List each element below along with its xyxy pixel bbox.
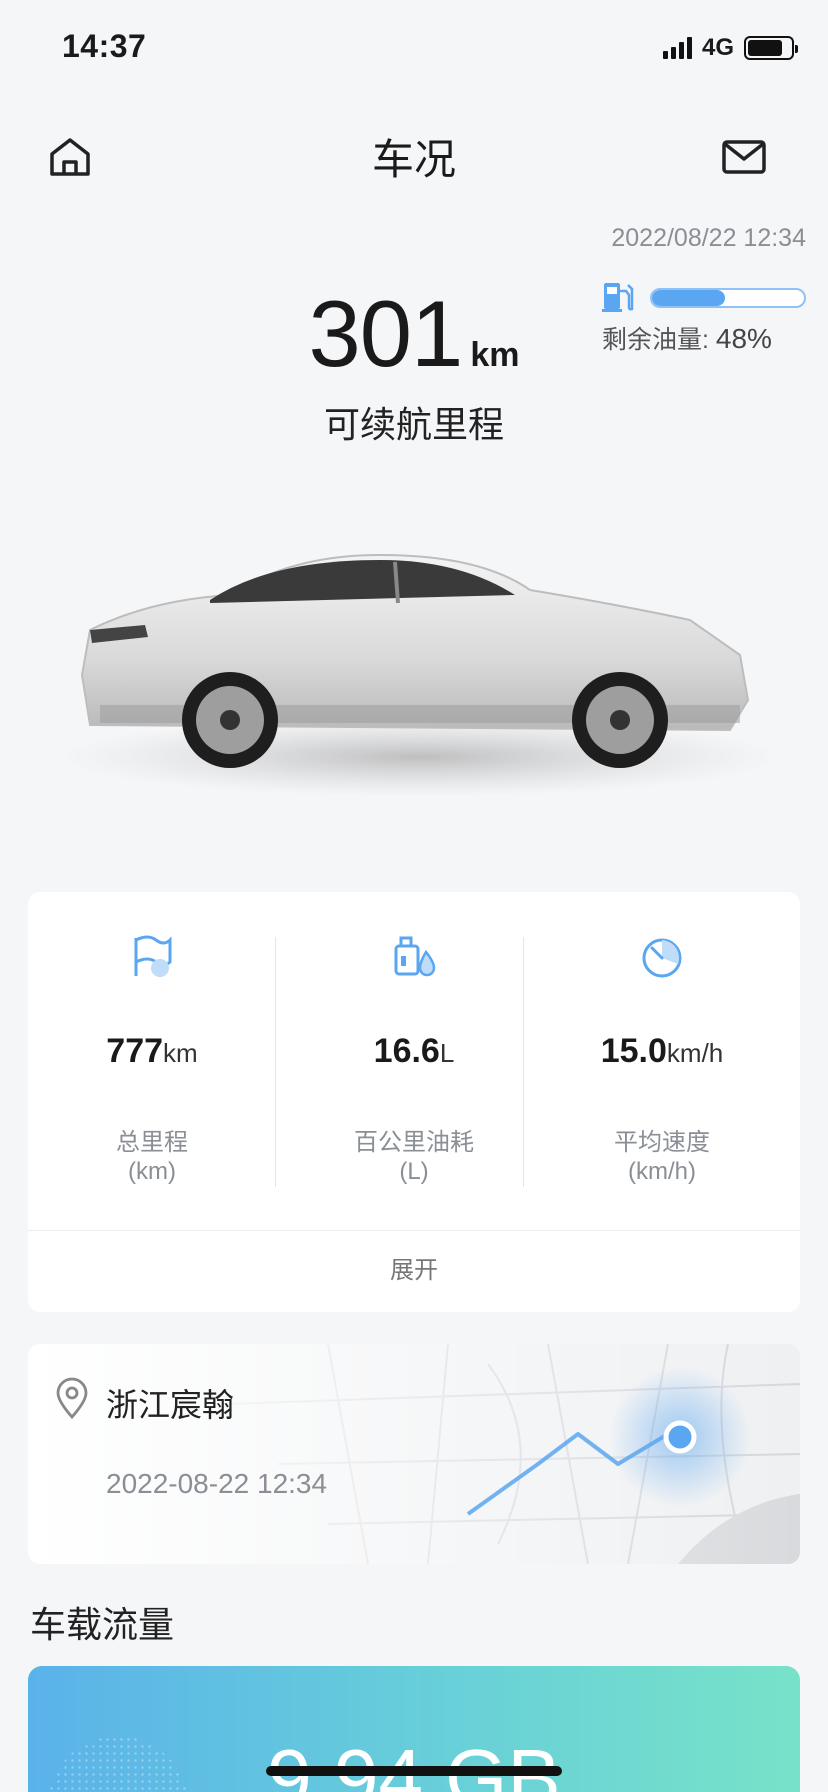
stat-fuel-consumption: 16.6L 百公里油耗 (L): [290, 892, 538, 1232]
fuel-updated-time: 2022/08/22 12:34: [611, 224, 806, 252]
stat-unit-label: (km/h): [628, 1158, 696, 1185]
location-time: 2022-08-22 12:34: [106, 1468, 328, 1499]
oil-can-icon: [394, 936, 436, 977]
divider: [523, 937, 524, 1187]
stat-value: 777: [106, 1032, 164, 1070]
stat-average-speed: 15.0km/h 平均速度 (km/h): [538, 892, 786, 1232]
stat-unit-label: (km): [128, 1158, 176, 1185]
stat-value: 16.6: [373, 1032, 440, 1070]
data-traffic-value: 9.94 GB: [267, 1733, 561, 1792]
stat-label: 平均速度: [614, 1129, 710, 1156]
range-readout: 301 km: [0, 280, 828, 388]
stat-total-mileage: 777km 总里程 (km): [28, 892, 276, 1232]
expand-button[interactable]: 展开: [28, 1230, 800, 1312]
stat-unit: km: [163, 1038, 198, 1068]
stat-unit: L: [439, 1038, 455, 1068]
stat-value: 15.0: [600, 1032, 667, 1070]
section-title-data-traffic: 车载流量: [30, 1604, 175, 1645]
divider: [275, 937, 276, 1187]
home-indicator[interactable]: [266, 1766, 562, 1776]
stat-unit-label: (L): [399, 1158, 429, 1185]
status-indicators: 4G: [662, 34, 798, 62]
stat-unit: km/h: [666, 1038, 724, 1068]
location-pin-icon: [56, 1377, 88, 1419]
range-value: 301: [308, 281, 464, 386]
flag-icon: [134, 935, 172, 977]
speedometer-icon: [642, 938, 682, 978]
page-title: 车况: [371, 136, 456, 183]
car-image: [60, 553, 770, 797]
map-thumbnail: [28, 1344, 800, 1564]
status-time: 14:37: [62, 28, 147, 64]
mail-icon[interactable]: [722, 140, 766, 174]
trip-stats-card: 777km 总里程 (km) 16.6L 百公里油耗 (L) 15.0km/h …: [28, 892, 800, 1312]
stat-label: 总里程: [116, 1129, 188, 1156]
stat-label: 百公里油耗: [354, 1129, 474, 1156]
range-unit: km: [470, 336, 520, 374]
location-name: 浙江宸翰: [106, 1387, 235, 1423]
battery-icon: [744, 36, 798, 60]
network-type: 4G: [701, 34, 734, 61]
range-label: 可续航里程: [323, 404, 504, 445]
vehicle-location-card[interactable]: 浙江宸翰 2022-08-22 12:34: [28, 1344, 800, 1564]
signal-icon: [662, 37, 692, 59]
